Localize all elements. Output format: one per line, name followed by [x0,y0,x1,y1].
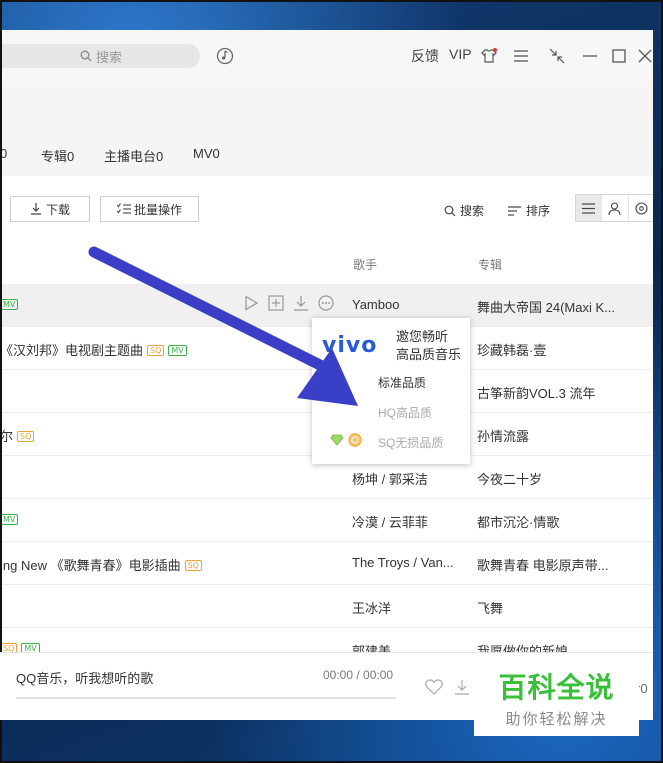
list-view-icon[interactable] [576,195,603,221]
search-placeholder: 搜索 [96,49,123,65]
coin-icon [348,433,362,447]
add-icon[interactable] [268,295,284,311]
song-album[interactable]: 今夜二十岁 [477,469,627,488]
batch-operation-button[interactable]: 批量操作 [100,196,199,222]
svg-text:vivo: vivo [322,334,377,356]
tab-radio[interactable]: 主播电台0 [104,146,163,165]
close-icon[interactable] [636,46,653,66]
song-title: 尔 SQ [0,426,330,445]
song-album[interactable]: 古筝新韵VOL.3 流年 [477,383,627,402]
vip-link[interactable]: VIP [449,46,472,62]
promo-text: 邀您畅听 高品质音乐 [396,328,461,364]
mv-tag[interactable]: MV [0,299,19,310]
download-button[interactable]: 下载 [10,196,90,222]
album-view-icon[interactable] [629,195,653,221]
play-time: 00:00 / 00:00 [323,668,394,682]
song-singer[interactable]: Yamboo [352,297,467,312]
song-album[interactable]: 珍藏韩磊·壹 [477,340,627,359]
song-singer[interactable]: 杨坤 / 郭采洁 [352,469,467,488]
search-icon [444,205,456,216]
watermark-subtitle: 助你轻松解决 [505,711,608,728]
mini-mode-icon[interactable] [547,46,567,66]
song-album[interactable]: 舞曲大帝国 24(Maxi K... [477,297,627,316]
menu-icon[interactable] [511,46,531,66]
song-title: ing New 《歌舞青春》电影插曲 SQ [0,555,330,574]
column-header-album[interactable]: 专辑 [478,256,502,273]
download-icon [30,203,41,215]
mv-tag[interactable]: MV [168,345,187,356]
song-singer[interactable]: 王冰洋 [352,598,467,617]
shirt-icon[interactable] [479,46,499,66]
sq-tag: SQ [184,560,202,571]
watermark-title: 百科全说 [498,671,615,704]
list-search-label: 搜索 [460,204,485,218]
table-row[interactable]: ing New 《歌舞青春》电影插曲 SQ The Troys / Van... … [0,542,653,585]
mv-tag[interactable]: MV [0,514,19,525]
song-album[interactable]: 飞舞 [477,598,627,617]
sort-icon [508,205,521,216]
search-result-header [0,82,653,176]
tab-mv[interactable]: MV0 [193,146,220,161]
play-icon[interactable] [243,295,259,311]
song-album[interactable]: 孙情流露 [477,426,627,445]
song-title-text: ing New 《歌舞青春》电影插曲 [0,558,181,573]
download-label: 下载 [45,202,70,217]
column-header-singer[interactable]: 歌手 [353,256,377,273]
diamond-icon [330,434,344,446]
song-title-text: 《汉刘邦》电视剧主题曲 [0,343,144,358]
song-title-text: 尔 [0,429,14,444]
song-album[interactable]: 都市沉沦·情歌 [477,512,627,531]
quality-sq-option[interactable]: SQ无损品质 [378,434,443,451]
promo-line-1: 邀您畅听 [396,329,449,344]
title-bar: 搜索 反馈 VIP [0,30,653,82]
sort-label: 排序 [526,204,551,218]
view-mode-switch [575,194,653,222]
tab-songs[interactable]: 0 [0,146,7,161]
watermark-logo: 百科全说 助你轻松解决 [474,664,639,736]
download-icon[interactable] [454,679,470,695]
music-recognize-icon[interactable] [215,46,235,66]
sq-tag: SQ [17,431,35,442]
quality-hq-option[interactable]: HQ高品质 [378,404,432,421]
song-singer[interactable]: 冷漠 / 云菲菲 [352,512,467,531]
qq-music-window: 搜索 反馈 VIP 0 专辑0 主播电台0 MV0 下载 批量操作 搜索 排序 … [0,30,653,720]
singer-view-icon[interactable] [602,195,629,221]
quality-standard-option[interactable]: 标准品质 [378,374,426,391]
row-actions [243,295,334,311]
search-input[interactable]: 搜索 [0,44,200,68]
heart-icon[interactable] [425,679,443,695]
sq-tag: SQ [147,345,165,356]
promo-line-2: 高品质音乐 [396,347,462,362]
quality-popup: vivo 邀您畅听 高品质音乐 标准品质 HQ高品质 SQ无损品质 [312,318,470,464]
batch-icon [116,203,131,214]
progress-bar[interactable] [16,697,396,699]
vivo-logo: vivo [322,334,377,356]
search-icon [80,50,92,62]
sort-button[interactable]: 排序 [508,202,550,219]
table-row[interactable]: MV 冷漠 / 云菲菲 都市沉沦·情歌 [0,499,653,542]
feedback-link[interactable]: 反馈 [411,46,439,66]
maximize-icon[interactable] [609,46,629,66]
song-title: MV [0,512,330,527]
song-title: 《汉刘邦》电视剧主题曲 SQ MV [0,340,330,359]
list-search-button[interactable]: 搜索 [444,202,484,219]
song-singer[interactable]: The Troys / Van... [352,555,467,570]
more-icon[interactable] [318,295,334,311]
song-album[interactable]: 歌舞青春 电影原声带... [477,555,627,574]
download-icon[interactable] [293,295,309,311]
table-row[interactable]: 王冰洋 飞舞 [0,585,653,628]
player-slogan: QQ音乐，听我想听的歌 [16,671,154,686]
minimize-icon[interactable] [580,47,600,65]
batch-label: 批量操作 [133,202,182,217]
tab-albums[interactable]: 专辑0 [41,146,74,165]
